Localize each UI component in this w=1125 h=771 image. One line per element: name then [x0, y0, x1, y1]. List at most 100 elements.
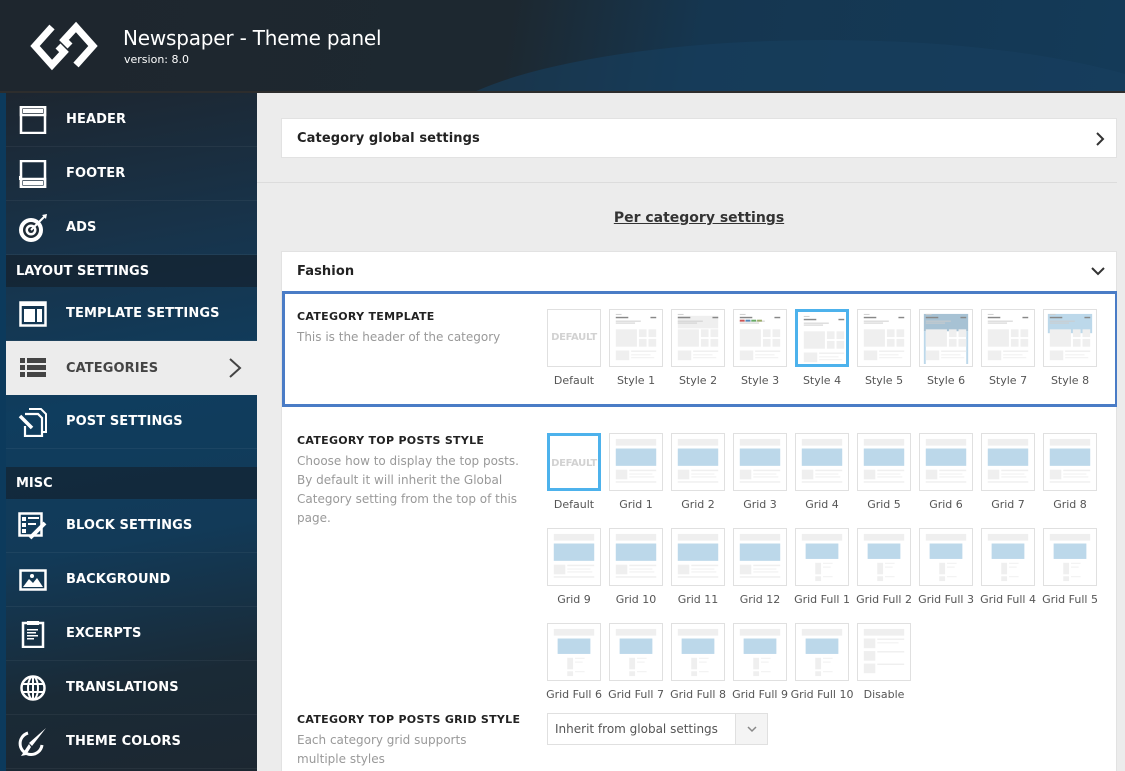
- sidebar-item-categories[interactable]: CATEGORIES: [6, 341, 259, 395]
- option-style-6[interactable]: Style 6: [919, 309, 973, 388]
- option-grid-2[interactable]: Grid 2: [671, 433, 725, 512]
- fashion-settings-panel: CATEGORY TEMPLATE This is the header of …: [281, 291, 1118, 771]
- option-grid-9[interactable]: Grid 9: [547, 528, 601, 607]
- option-thumbnail: [919, 433, 973, 491]
- option-thumbnail: [981, 433, 1035, 491]
- option-thumbnail: [857, 623, 911, 681]
- category-global-settings-toggle[interactable]: Category global settings: [281, 118, 1117, 158]
- option-label: Grid 5: [867, 498, 901, 511]
- option-thumbnail: [671, 433, 725, 491]
- sidebar-item-label: ADS: [66, 220, 97, 235]
- top-posts-grid-style-select[interactable]: Inherit from global settings: [547, 713, 768, 745]
- top-bar: Newspaper - Theme panel version: 8.0: [0, 0, 1125, 93]
- fashion-category-toggle[interactable]: Fashion: [281, 251, 1117, 291]
- option-label: Grid Full 8: [670, 688, 726, 701]
- newspaper-logo-icon: [30, 21, 98, 71]
- option-label: Disable: [863, 688, 905, 701]
- sidebar-item-label: POST SETTINGS: [66, 414, 183, 429]
- chevron-right-icon: [229, 358, 242, 378]
- sidebar-item-translations[interactable]: TRANSLATIONS: [6, 661, 257, 715]
- option-grid-8[interactable]: Grid 8: [1043, 433, 1097, 512]
- option-style-5[interactable]: Style 5: [857, 309, 911, 388]
- chevron-down-icon: [735, 714, 767, 744]
- category-template-title: CATEGORY TEMPLATE: [297, 310, 435, 323]
- global-settings-title: Category global settings: [297, 130, 480, 146]
- option-grid-full-10[interactable]: Grid Full 10: [791, 623, 853, 702]
- option-thumbnail: [733, 433, 787, 491]
- sidebar-item-label: BLOCK SETTINGS: [66, 518, 193, 533]
- option-grid-12[interactable]: Grid 12: [733, 528, 787, 607]
- category-name: Fashion: [297, 264, 355, 279]
- option-style-7[interactable]: Style 7: [981, 309, 1035, 388]
- section-misc: MISC: [6, 467, 257, 499]
- option-grid-full-8[interactable]: Grid Full 8: [670, 623, 726, 702]
- option-grid-full-4[interactable]: Grid Full 4: [980, 528, 1036, 607]
- option-grid-full-3[interactable]: Grid Full 3: [918, 528, 974, 607]
- option-grid-3[interactable]: Grid 3: [733, 433, 787, 512]
- option-label: Grid 2: [681, 498, 715, 511]
- option-grid-1[interactable]: Grid 1: [609, 433, 663, 512]
- option-label: Grid Full 6: [546, 688, 602, 701]
- option-label: Grid 3: [743, 498, 777, 511]
- option-label: Grid 8: [1053, 498, 1087, 511]
- option-disable[interactable]: Disable: [857, 623, 911, 702]
- sidebar-item-header[interactable]: HEADER: [6, 93, 257, 147]
- option-label: Grid 10: [615, 593, 657, 606]
- sidebar-item-ads[interactable]: ADS: [6, 201, 257, 255]
- option-thumbnail: [609, 623, 663, 681]
- option-thumbnail: [919, 309, 973, 367]
- top-posts-style-description: Choose how to display the top posts. By …: [297, 454, 519, 525]
- sidebar-item-background[interactable]: BACKGROUND: [6, 553, 257, 607]
- option-thumbnail: [795, 623, 849, 681]
- option-grid-7[interactable]: Grid 7: [981, 433, 1035, 512]
- option-style-4[interactable]: Style 4: [795, 309, 849, 388]
- sidebar-item-theme-colors[interactable]: THEME COLORS: [6, 715, 257, 769]
- option-style-8[interactable]: Style 8: [1043, 309, 1097, 388]
- sidebar-item-post-settings[interactable]: POST SETTINGS: [6, 395, 257, 449]
- default-label: DEFAULT: [551, 458, 597, 469]
- option-grid-5[interactable]: Grid 5: [857, 433, 911, 512]
- scrollbar[interactable]: [1117, 95, 1125, 771]
- sidebar: HEADER FOOTER ADS LAYOUT SETTINGS TEMPLA…: [0, 93, 259, 771]
- option-grid-10[interactable]: Grid 10: [609, 528, 663, 607]
- option-label: Style 6: [926, 374, 966, 387]
- option-style-3[interactable]: Style 3: [733, 309, 787, 388]
- option-thumbnail: [671, 623, 725, 681]
- sidebar-item-block-settings[interactable]: BLOCK SETTINGS: [6, 499, 257, 553]
- option-style-2[interactable]: Style 2: [671, 309, 725, 388]
- app-version: version: 8.0: [124, 53, 189, 66]
- list-icon: [18, 353, 48, 383]
- option-label: Grid Full 4: [980, 593, 1036, 606]
- option-grid-6[interactable]: Grid 6: [919, 433, 973, 512]
- top-posts-style-title: CATEGORY TOP POSTS STYLE: [297, 434, 485, 447]
- option-thumbnail: [547, 528, 601, 586]
- option-thumbnail: [671, 528, 725, 586]
- option-thumbnail: [857, 309, 911, 367]
- option-default[interactable]: DEFAULT Default: [547, 433, 601, 512]
- option-grid-full-9[interactable]: Grid Full 9: [732, 623, 788, 702]
- option-grid-full-2[interactable]: Grid Full 2: [856, 528, 912, 607]
- option-grid-11[interactable]: Grid 11: [671, 528, 725, 607]
- option-grid-full-7[interactable]: Grid Full 7: [608, 623, 664, 702]
- sidebar-item-template-settings[interactable]: TEMPLATE SETTINGS: [6, 287, 257, 341]
- option-thumbnail: [609, 433, 663, 491]
- option-thumbnail: [1043, 433, 1097, 491]
- option-thumbnail: [919, 528, 973, 586]
- header-background-wave: [425, 40, 1125, 91]
- option-thumbnail: [733, 528, 787, 586]
- option-grid-full-6[interactable]: Grid Full 6: [546, 623, 602, 702]
- option-default[interactable]: DEFAULT Default: [547, 309, 601, 388]
- option-style-1[interactable]: Style 1: [609, 309, 663, 388]
- option-grid-full-1[interactable]: Grid Full 1: [794, 528, 850, 607]
- option-label: Grid Full 7: [608, 688, 664, 701]
- footer-icon: [18, 159, 48, 189]
- sidebar-item-label: BACKGROUND: [66, 572, 171, 587]
- option-thumbnail: [547, 623, 601, 681]
- option-grid-full-5[interactable]: Grid Full 5: [1042, 528, 1098, 607]
- app-title: Newspaper - Theme panel: [123, 26, 382, 50]
- option-thumbnail: [609, 528, 663, 586]
- sidebar-item-footer[interactable]: FOOTER: [6, 147, 257, 201]
- sidebar-item-excerpts[interactable]: EXCERPTS: [6, 607, 257, 661]
- option-grid-4[interactable]: Grid 4: [795, 433, 849, 512]
